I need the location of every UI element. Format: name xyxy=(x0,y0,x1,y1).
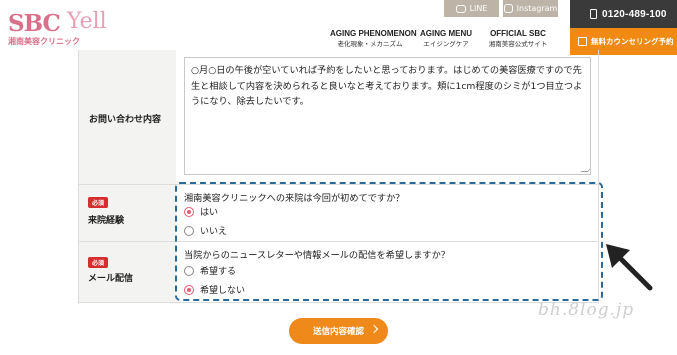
nav-en-label: AGING MENU xyxy=(420,29,472,38)
confirm-submit-button[interactable]: 送信内容確認 xyxy=(289,318,388,344)
required-badge: 必須 xyxy=(88,257,108,268)
nav-en-label: OFFICIAL SBC xyxy=(490,29,546,38)
visit-label: 来院経験 xyxy=(88,216,125,226)
calendar-icon xyxy=(578,37,587,46)
phone-number: 0120-489-100 xyxy=(602,8,667,20)
highlight-annotation xyxy=(175,182,603,301)
logo-brand: SBC xyxy=(8,10,61,37)
nav-en-label: AGING PHENOMENON xyxy=(330,29,417,38)
site-header: SBC Yell 湘南美容クリニック LINE Instagram AGING … xyxy=(0,0,677,56)
resize-grip-icon[interactable] xyxy=(580,165,590,172)
submit-label: 送信内容確認 xyxy=(312,327,364,337)
phone-link[interactable]: 0120-489-100 xyxy=(570,0,677,28)
required-badge: 必須 xyxy=(88,197,108,208)
reserve-label: 無料カウンセリング予約 xyxy=(591,37,674,46)
nav-jp-label: 湘南美容公式サイト xyxy=(488,40,548,48)
site-logo[interactable]: SBC Yell 湘南美容クリニック xyxy=(8,6,138,50)
newsletter-label: メール配信 xyxy=(88,274,134,284)
nav-aging-menu[interactable]: AGING MENU エイジングケア xyxy=(416,28,476,50)
nav-jp-label: 老化現象・メカニズム xyxy=(337,40,403,48)
nav-official-sbc[interactable]: OFFICIAL SBC 湘南美容公式サイト xyxy=(482,28,554,50)
nav-aging-phenomenon[interactable]: AGING PHENOMENON 老化現象・メカニズム xyxy=(330,28,417,50)
visit-label-cell: 必須 来院経験 xyxy=(79,185,176,242)
instagram-icon xyxy=(503,4,513,13)
newsletter-label-cell: 必須 メール配信 xyxy=(79,242,176,303)
instagram-link[interactable]: Instagram xyxy=(503,0,558,17)
chevron-right-icon xyxy=(369,324,379,334)
nav-jp-label: エイジングケア xyxy=(423,40,469,48)
line-icon xyxy=(455,4,466,13)
pointer-arrow-icon xyxy=(606,244,653,291)
instagram-label: Instagram xyxy=(516,4,558,13)
inquiry-label: お問い合わせ内容 xyxy=(89,115,162,125)
logo-tagline: 湘南美容クリニック xyxy=(8,37,80,46)
inquiry-label-cell: お問い合わせ内容 xyxy=(79,50,176,185)
phone-icon xyxy=(590,9,597,19)
line-link[interactable]: LINE xyxy=(444,0,499,17)
inquiry-textarea[interactable]: ○月○日の午後が空いていれば予約をしたいと思っております。はじめての美容医療です… xyxy=(184,57,591,175)
logo-name: Yell xyxy=(67,9,107,34)
inquiry-text: ○月○日の午後が空いていれば予約をしたいと思っております。はじめての美容医療です… xyxy=(191,65,583,107)
watermark: bh.8log.jp xyxy=(538,300,635,320)
row-divider xyxy=(176,302,599,303)
line-label: LINE xyxy=(469,4,488,13)
